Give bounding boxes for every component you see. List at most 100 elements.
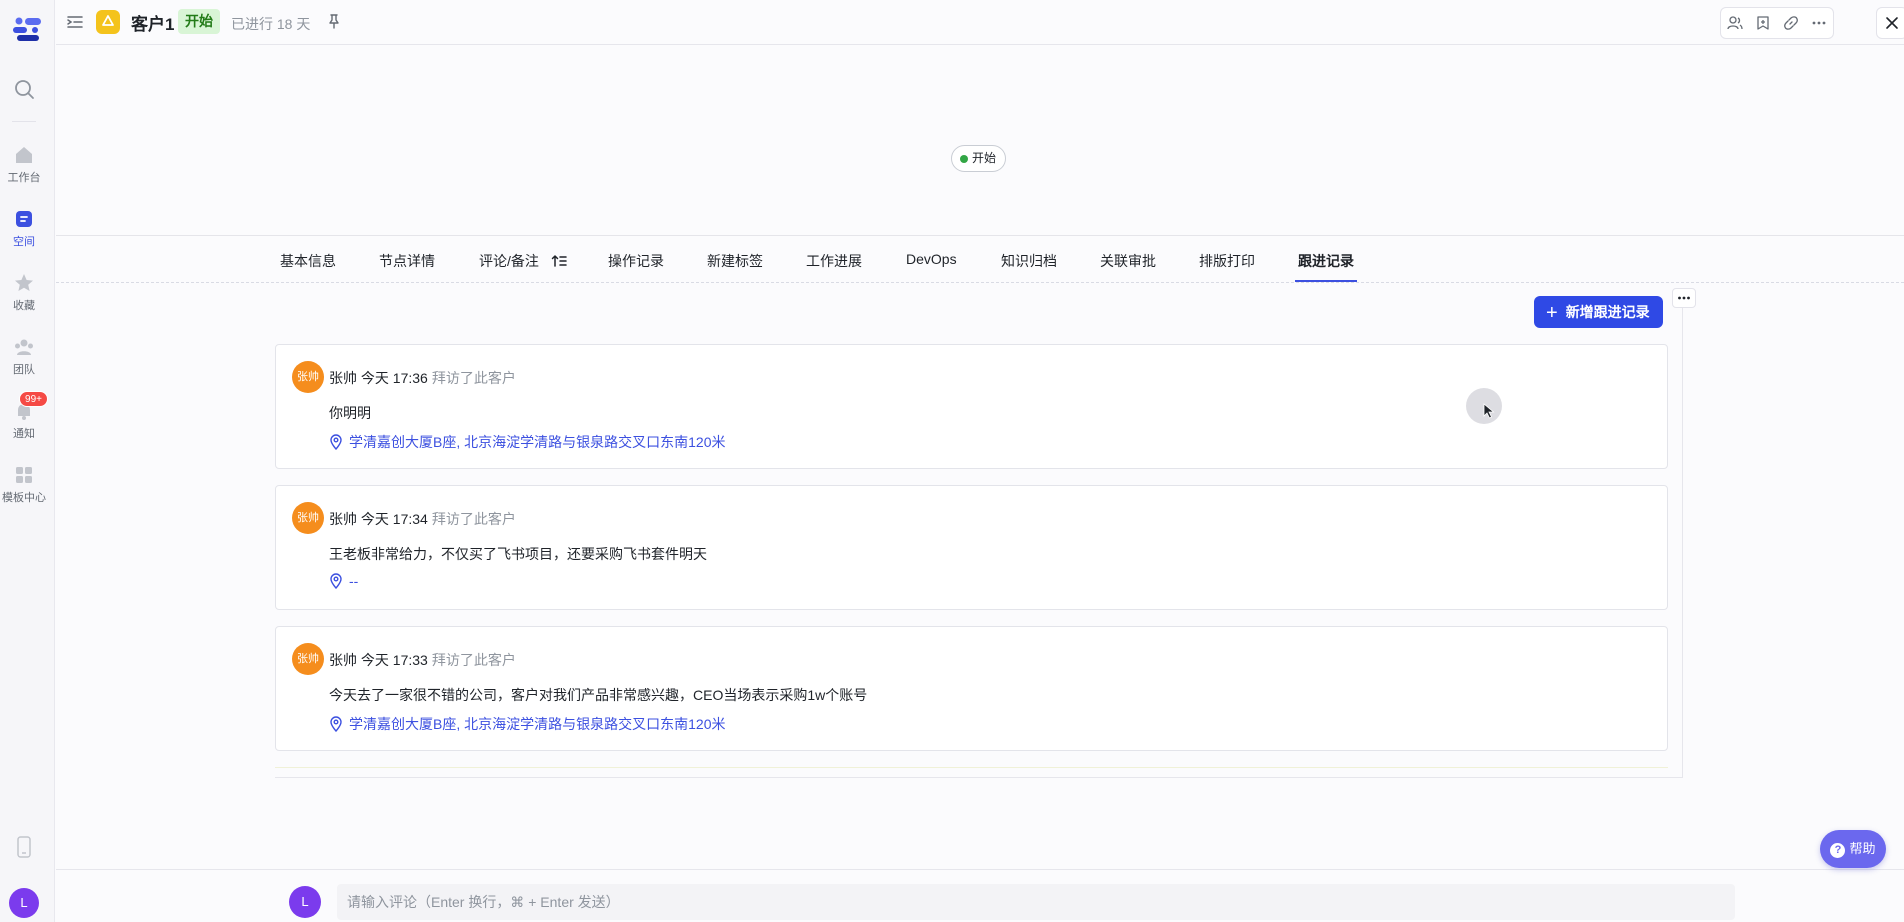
tab-work-progress[interactable]: 工作进展: [806, 251, 862, 271]
rail-item-label: 空间: [13, 236, 35, 248]
flow-node-label: 开始: [972, 151, 997, 165]
rail-item-space[interactable]: 空间: [0, 208, 48, 249]
left-rail: 工作台 空间 收藏 团队 通知 99+ 模板中心 L: [0, 0, 55, 922]
star-icon: [15, 274, 33, 291]
record-time: 今天 17:33: [360, 652, 428, 668]
search-icon[interactable]: [13, 78, 35, 100]
tab-bar: 基本信息 节点详情 评论/备注 操作记录 新建标签 工作进展 DevOps 知识…: [56, 237, 1904, 283]
record-user: 张帅: [329, 652, 357, 668]
rail-item-templates[interactable]: 模板中心: [0, 464, 48, 505]
record-header: 张帅 今天 17:34 拜访了此客户: [329, 509, 516, 529]
copy-link-button[interactable]: [1777, 8, 1805, 38]
help-button[interactable]: ? 帮助: [1820, 830, 1886, 868]
tab-print[interactable]: 排版打印: [1199, 251, 1255, 271]
record-text: 你明明: [329, 405, 371, 421]
follow-up-record[interactable]: 张帅 张帅 今天 17:36 拜访了此客户 你明明 学清嘉创大厦B座, 北京海淀学…: [275, 344, 1668, 469]
rail-item-label: 收藏: [13, 300, 35, 312]
rail-item-label: 工作台: [7, 172, 41, 184]
avatar: 张帅: [292, 643, 324, 675]
record-text: 今天去了一家很不错的公司，客户对我们产品非常感兴趣，CEO当场表示采购1w个账号: [329, 687, 868, 703]
record-time: 今天 17:34: [360, 511, 428, 527]
help-icon: ?: [1830, 843, 1846, 858]
tab-comments[interactable]: 评论/备注: [479, 251, 567, 271]
rail-divider: [12, 121, 36, 122]
pin-icon[interactable]: [326, 13, 342, 29]
tab-new-tag[interactable]: 新建标签: [707, 251, 763, 271]
follow-up-record[interactable]: 张帅 张帅 今天 17:33 拜访了此客户 今天去了一家很不错的公司，客户对我们产…: [275, 626, 1668, 751]
mouse-cursor-icon: [1466, 388, 1502, 424]
comment-input[interactable]: [337, 884, 1735, 920]
record-header: 张帅 今天 17:33 拜访了此客户: [329, 650, 516, 670]
more-actions-button[interactable]: [1805, 8, 1833, 38]
more-icon: [1812, 21, 1826, 25]
space-icon: [16, 211, 32, 227]
location-text: --: [349, 573, 359, 589]
record-text: 王老板非常给力，不仅买了飞书项目，还要采购飞书套件明天: [329, 546, 707, 562]
panel-more-button[interactable]: [1672, 288, 1696, 308]
template-icon: [16, 467, 32, 483]
workflow-canvas: 开始: [56, 46, 1904, 236]
home-icon: [16, 147, 32, 163]
more-icon: [1678, 296, 1690, 300]
comment-bar: L: [56, 869, 1904, 922]
page-title: 客户1: [131, 15, 175, 34]
flow-node-start[interactable]: 开始: [951, 145, 1007, 172]
user-avatar[interactable]: L: [9, 888, 39, 918]
record-user: 张帅: [329, 370, 357, 386]
plus-icon: +: [1546, 302, 1558, 324]
customer-app-icon: [96, 10, 120, 34]
record-header: 张帅 今天 17:36 拜访了此客户: [329, 368, 516, 388]
record-action: 拜访了此客户: [431, 511, 516, 527]
team-icon: [15, 339, 33, 355]
record-location[interactable]: 学清嘉创大厦B座, 北京海淀学清路与银泉路交叉口东南120米: [329, 714, 725, 734]
add-button-label: 新增跟进记录: [1565, 304, 1650, 320]
follow-up-record[interactable]: 张帅 张帅 今天 17:34 拜访了此客户 王老板非常给力，不仅买了飞书项目，还要…: [275, 485, 1668, 610]
rail-item-workbench[interactable]: 工作台: [0, 144, 48, 185]
mobile-icon[interactable]: [14, 836, 34, 858]
tab-follow-up[interactable]: 跟进记录: [1298, 251, 1354, 271]
location-text: 学清嘉创大厦B座, 北京海淀学清路与银泉路交叉口东南120米: [349, 434, 726, 450]
notification-badge: 99+: [19, 391, 48, 407]
rail-item-label: 通知: [13, 428, 35, 440]
header: 客户1 开始 已进行 18 天: [56, 0, 1904, 45]
members-button[interactable]: [1721, 8, 1749, 38]
avatar: 张帅: [292, 502, 324, 534]
record-location[interactable]: --: [329, 573, 359, 590]
active-tab-indicator: [1295, 280, 1357, 282]
members-icon: [1727, 16, 1743, 30]
list-end-divider: [275, 767, 1668, 768]
close-button[interactable]: [1876, 7, 1904, 39]
rail-item-label: 团队: [13, 364, 35, 376]
tab-devops[interactable]: DevOps: [906, 251, 957, 267]
tab-basic-info[interactable]: 基本信息: [280, 251, 336, 271]
rail-item-label: 模板中心: [2, 492, 46, 504]
record-user: 张帅: [329, 511, 357, 527]
tab-node-details[interactable]: 节点详情: [379, 251, 435, 271]
close-icon: [1886, 17, 1898, 29]
rail-item-team[interactable]: 团队: [0, 336, 48, 377]
add-follow-up-button[interactable]: + 新增跟进记录: [1534, 296, 1663, 328]
header-actions: [1720, 7, 1834, 39]
avatar: L: [289, 886, 321, 918]
location-pin-icon: [330, 716, 342, 733]
status-badge[interactable]: 开始: [178, 9, 220, 34]
record-action: 拜访了此客户: [431, 370, 516, 386]
record-action: 拜访了此客户: [431, 652, 516, 668]
location-pin-icon: [330, 573, 342, 590]
elapsed-text: 已进行 18 天: [231, 16, 311, 32]
tab-approvals[interactable]: 关联审批: [1100, 251, 1156, 271]
record-location[interactable]: 学清嘉创大厦B座, 北京海淀学清路与银泉路交叉口东南120米: [329, 432, 725, 452]
tab-operation-log[interactable]: 操作记录: [608, 251, 664, 271]
status-dot-icon: [960, 155, 968, 163]
rail-item-favorites[interactable]: 收藏: [0, 272, 48, 313]
tab-knowledge[interactable]: 知识归档: [1001, 251, 1057, 271]
sidebar-toggle-icon[interactable]: [66, 13, 84, 31]
link-icon: [1784, 16, 1798, 30]
bookmark-button[interactable]: [1749, 8, 1777, 38]
record-time: 今天 17:36: [360, 370, 428, 386]
avatar: 张帅: [292, 361, 324, 393]
app-logo-icon[interactable]: [11, 16, 43, 42]
sort-icon[interactable]: [551, 253, 567, 269]
bookmark-icon: [1757, 16, 1769, 30]
tab-label: 评论/备注: [479, 253, 539, 269]
